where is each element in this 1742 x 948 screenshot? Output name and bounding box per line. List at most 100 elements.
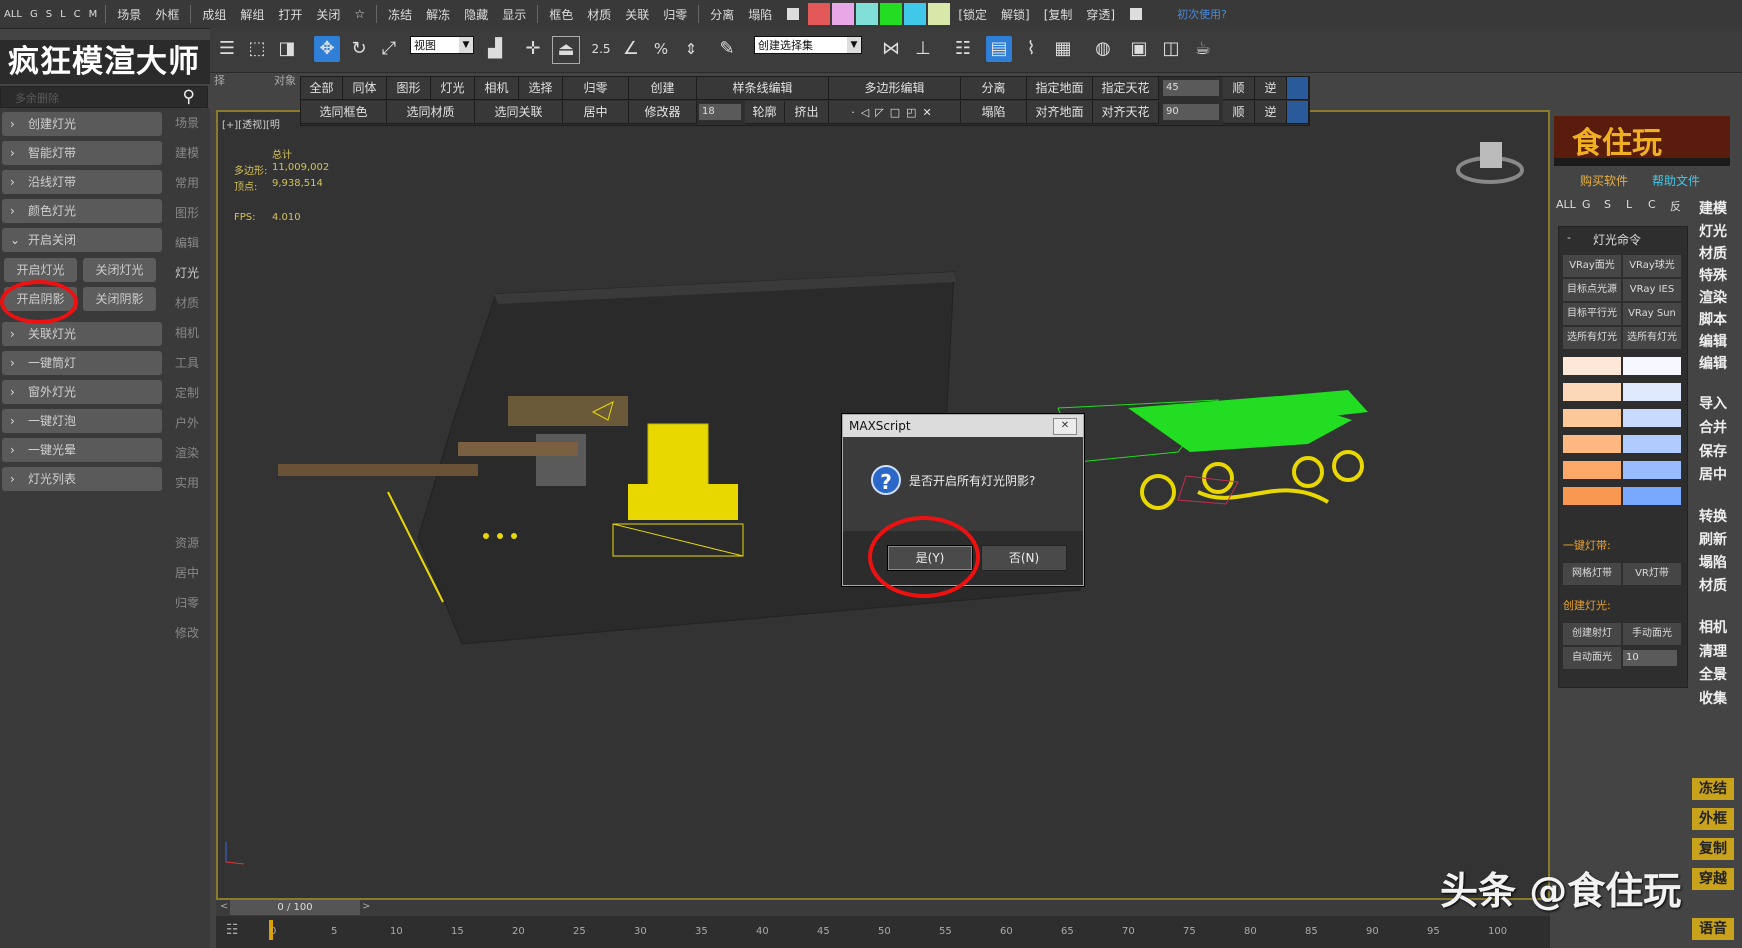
light-list-button[interactable]: › 灯光列表: [2, 467, 162, 491]
color-swatch-cyan[interactable]: [904, 3, 927, 25]
select-all-lights-button[interactable]: 选所有灯光: [1563, 327, 1621, 349]
nav-all[interactable]: ALL: [1556, 198, 1576, 211]
quick-modifier[interactable]: 修改器: [629, 101, 697, 124]
side-camera[interactable]: 相机: [1692, 617, 1734, 637]
close-icon[interactable]: ✕: [1053, 418, 1077, 435]
quick-assign-floor[interactable]: 指定地面: [1027, 77, 1093, 100]
quick-select-same-link[interactable]: 选同关联: [475, 101, 563, 124]
warm-color-swatch[interactable]: [1563, 435, 1621, 453]
schematic-view-icon[interactable]: ▦: [1050, 36, 1076, 62]
mirror-icon[interactable]: ⋈: [878, 36, 904, 62]
side-tab-model[interactable]: 建模: [172, 144, 202, 161]
side-tab-render[interactable]: 渲染: [172, 444, 202, 461]
select-list-icon[interactable]: ☰: [214, 36, 240, 62]
warm-color-swatch[interactable]: [1563, 461, 1621, 479]
window-light-button[interactable]: › 窗外灯光: [2, 380, 162, 404]
color-box-white[interactable]: [787, 8, 800, 20]
menu-hide[interactable]: 隐藏: [457, 6, 495, 23]
menu-lock[interactable]: [锁定: [951, 6, 994, 23]
side-outline[interactable]: 外框: [1692, 808, 1734, 830]
side-panorama[interactable]: 全景: [1692, 664, 1734, 684]
modifier-value-input[interactable]: 18: [699, 104, 741, 120]
glow-button[interactable]: › 一键光晕: [2, 438, 162, 462]
quick-ccw-1[interactable]: 逆: [1255, 77, 1287, 100]
light-off-button[interactable]: 关闭灯光: [83, 258, 156, 282]
quick-cw-2[interactable]: 顺: [1223, 101, 1255, 124]
quick-collapse[interactable]: 塌陷: [961, 101, 1027, 124]
angle-snap-icon[interactable]: ∠: [618, 36, 644, 62]
vr-strip-button[interactable]: VR灯带: [1623, 563, 1681, 585]
side-tab-material[interactable]: 材质: [172, 294, 202, 311]
manual-area-light-button[interactable]: 手动面光: [1623, 623, 1681, 645]
vray-ies-button[interactable]: VRay IES: [1623, 279, 1681, 301]
cool-color-swatch[interactable]: [1623, 487, 1681, 505]
ad-banner[interactable]: 食住玩: [1554, 116, 1730, 166]
side-copy[interactable]: 复制: [1692, 838, 1734, 860]
side-tab-modify[interactable]: 修改: [172, 624, 202, 641]
snap-toggle-icon[interactable]: 2.5: [588, 36, 614, 62]
quick-align-floor[interactable]: 对齐地面: [1027, 101, 1093, 124]
side-tab-common[interactable]: 常用: [172, 174, 202, 191]
filter-s[interactable]: S: [42, 9, 56, 20]
rendered-frame-icon[interactable]: ◫: [1158, 36, 1184, 62]
warm-color-swatch[interactable]: [1563, 487, 1621, 505]
quick-create[interactable]: 创建: [629, 77, 697, 100]
vray-sphere-light-button[interactable]: VRay球光: [1623, 255, 1681, 277]
bulb-button[interactable]: › 一键灯泡: [2, 409, 162, 433]
menu-collapse[interactable]: 塌陷: [741, 6, 779, 23]
create-spotlight-button[interactable]: 创建射灯: [1563, 623, 1621, 645]
side-collapse[interactable]: 塌陷: [1692, 552, 1734, 572]
line-strip-button[interactable]: › 沿线灯带: [2, 170, 162, 194]
quick-assign-ceiling[interactable]: 指定天花: [1093, 77, 1159, 100]
cool-color-swatch[interactable]: [1623, 357, 1681, 375]
rect-select-icon[interactable]: ⬚: [244, 36, 270, 62]
curve-editor-icon[interactable]: ⌇: [1018, 36, 1044, 62]
quick-select-same-color[interactable]: 选同框色: [301, 101, 387, 124]
edit-named-selection-icon[interactable]: ✎: [714, 36, 740, 62]
side-tab-zero[interactable]: 归零: [172, 594, 202, 611]
side-tab-light[interactable]: 灯光: [172, 264, 202, 281]
checkbox-icon[interactable]: [1130, 8, 1143, 20]
align-angle-input[interactable]: 90: [1163, 104, 1219, 120]
menu-open[interactable]: 打开: [271, 6, 309, 23]
menu-show[interactable]: 显示: [495, 6, 533, 23]
side-tab-tools[interactable]: 工具: [172, 354, 202, 371]
menu-reset[interactable]: 归零: [656, 6, 694, 23]
cool-color-swatch[interactable]: [1623, 383, 1681, 401]
create-light-button[interactable]: › 创建灯光: [2, 112, 162, 136]
quick-detach[interactable]: 分离: [961, 77, 1027, 100]
side-edit[interactable]: 编辑: [1692, 331, 1734, 351]
percent-snap-icon[interactable]: %: [648, 36, 674, 62]
side-import[interactable]: 导入: [1692, 393, 1734, 413]
menu-material[interactable]: 材质: [580, 6, 618, 23]
cool-color-swatch[interactable]: [1623, 461, 1681, 479]
side-material-2[interactable]: 材质: [1692, 575, 1734, 595]
scene-explorer-icon[interactable]: ▤: [986, 36, 1012, 62]
nav-g[interactable]: G: [1582, 198, 1591, 211]
help-file-link[interactable]: 帮助文件: [1652, 172, 1700, 189]
frame-counter[interactable]: 0 / 100: [230, 900, 360, 915]
quick-center[interactable]: 居中: [563, 101, 629, 124]
warm-color-swatch[interactable]: [1563, 409, 1621, 427]
side-script[interactable]: 脚本: [1692, 309, 1734, 329]
light-on-button[interactable]: 开启灯光: [4, 258, 77, 282]
warm-color-swatch[interactable]: [1563, 383, 1621, 401]
side-merge[interactable]: 合并: [1692, 417, 1734, 437]
side-model[interactable]: 建模: [1692, 198, 1734, 218]
rotate-icon[interactable]: ↻: [346, 36, 372, 62]
collapse-icon[interactable]: -: [1567, 231, 1571, 244]
curve-editor-icon[interactable]: ☷: [226, 922, 239, 938]
align-icon[interactable]: ⊥: [910, 36, 936, 62]
window-crossing-icon[interactable]: ◨: [274, 36, 300, 62]
quick-ccw-2[interactable]: 逆: [1255, 101, 1287, 124]
color-light-button[interactable]: › 颜色灯光: [2, 199, 162, 223]
quick-camera[interactable]: 相机: [475, 77, 519, 100]
side-center[interactable]: 居中: [1692, 464, 1734, 484]
first-use-link[interactable]: 初次使用?: [1170, 6, 1234, 22]
nav-reverse[interactable]: 反: [1670, 198, 1681, 214]
pivot-icon[interactable]: ▟: [482, 36, 508, 62]
render-teapot-icon[interactable]: ☕: [1190, 36, 1216, 62]
menu-copy[interactable]: [复制: [1037, 6, 1080, 23]
side-tab-center[interactable]: 居中: [172, 564, 202, 581]
scale-icon[interactable]: ⤢: [376, 36, 402, 62]
